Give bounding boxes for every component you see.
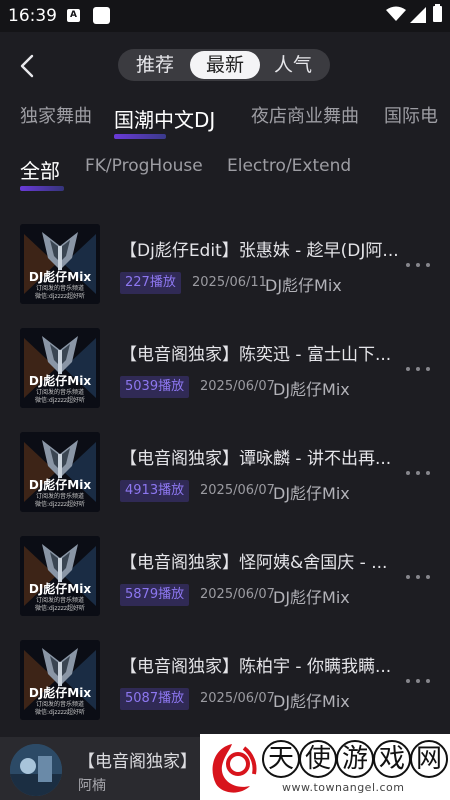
notification-square-icon bbox=[93, 7, 110, 24]
sort-segmented-control: 推荐 最新 人气 bbox=[118, 49, 330, 81]
track-cover: DJ彪仔Mix 订阅发的音乐频道 微信:djzzzz超好听 bbox=[20, 536, 100, 616]
status-bar: 16:39 A bbox=[0, 0, 450, 32]
signal-icon bbox=[410, 7, 426, 23]
track-artist: DJ彪仔Mix bbox=[273, 484, 350, 503]
segment-latest[interactable]: 最新 bbox=[190, 51, 260, 79]
more-options-icon[interactable] bbox=[404, 362, 432, 376]
notification-a-icon: A bbox=[67, 9, 80, 22]
mini-player-cover bbox=[10, 744, 62, 796]
genre-sub-tabs: 全部 FK/ProgHouse Electro/Extend bbox=[0, 148, 450, 196]
tab-nightclub-commercial[interactable]: 夜店商业舞曲 bbox=[251, 102, 359, 128]
segment-recommended[interactable]: 推荐 bbox=[120, 51, 190, 79]
list-item[interactable]: DJ彪仔Mix 订阅发的音乐频道 微信:djzzzz超好听 【电音阁独家】陈柏宇… bbox=[0, 626, 450, 730]
subtab-all[interactable]: 全部 bbox=[20, 155, 60, 184]
watermark-char: 戏 bbox=[373, 740, 411, 778]
track-cover: DJ彪仔Mix 订阅发的音乐频道 微信:djzzzz超好听 bbox=[20, 328, 100, 408]
more-options-icon[interactable] bbox=[404, 570, 432, 584]
tab-guochao-chinese-dj[interactable]: 国潮中文DJ bbox=[114, 104, 215, 133]
play-count-badge: 5087播放 bbox=[120, 688, 190, 710]
cover-wechat: 微信:djzzzz超好听 bbox=[34, 605, 86, 612]
subtab-electro-extend[interactable]: Electro/Extend bbox=[227, 156, 351, 176]
play-count-badge: 5039播放 bbox=[120, 376, 190, 398]
more-options-icon[interactable] bbox=[404, 466, 432, 480]
list-item[interactable]: DJ彪仔Mix 订阅发的音乐频道 微信:djzzzz超好听 【电音阁独家】陈奕迅… bbox=[0, 314, 450, 418]
category-tab-indicator bbox=[114, 134, 166, 139]
track-cover: DJ彪仔Mix 订阅发的音乐频道 微信:djzzzz超好听 bbox=[20, 224, 100, 304]
cover-wechat: 微信:djzzzz超好听 bbox=[34, 501, 86, 508]
track-title: 【电音阁独家】谭咏麟 - 讲不出再... bbox=[120, 449, 392, 469]
battery-icon bbox=[433, 4, 442, 22]
watermark-url: www.townangel.com bbox=[282, 781, 405, 794]
track-date: 2025/06/11 bbox=[192, 275, 267, 290]
subtab-indicator bbox=[20, 186, 64, 191]
play-count-badge: 4913播放 bbox=[120, 480, 190, 502]
cover-wechat: 微信:djzzzz超好听 bbox=[34, 293, 86, 300]
watermark-char: 网 bbox=[410, 740, 448, 778]
watermark-logo: 天 使 游 戏 网 www.townangel.com bbox=[200, 734, 450, 800]
track-title: 【电音阁独家】陈奕迅 - 富士山下... bbox=[120, 345, 392, 365]
track-title: 【Dj彪仔Edit】张惠妹 - 趁早(DJ阿... bbox=[120, 241, 399, 261]
list-item[interactable]: DJ彪仔Mix 订阅发的音乐频道 微信:djzzzz超好听 【Dj彪仔Edit】… bbox=[0, 210, 450, 314]
category-tabs: 独家舞曲 国潮中文DJ 夜店商业舞曲 国际电 bbox=[0, 96, 450, 142]
play-count-badge: 227播放 bbox=[120, 272, 181, 294]
track-title: 【电音阁独家】怪阿姨&舍国庆 - ... bbox=[120, 553, 388, 573]
back-arrow-icon[interactable] bbox=[14, 52, 42, 80]
tab-exclusive-dance[interactable]: 独家舞曲 bbox=[20, 102, 92, 128]
more-options-icon[interactable] bbox=[404, 258, 432, 272]
track-date: 2025/06/07 bbox=[200, 379, 275, 394]
track-date: 2025/06/07 bbox=[200, 691, 275, 706]
status-time: 16:39 bbox=[8, 6, 57, 26]
mini-player-artist: 阿楠 bbox=[78, 778, 106, 794]
watermark-char: 使 bbox=[299, 740, 337, 778]
track-artist: DJ彪仔Mix bbox=[265, 276, 342, 295]
track-artist: DJ彪仔Mix bbox=[273, 588, 350, 607]
play-count-badge: 5879播放 bbox=[120, 584, 190, 606]
more-options-icon[interactable] bbox=[404, 674, 432, 688]
cover-wechat: 微信:djzzzz超好听 bbox=[34, 709, 86, 716]
watermark-char: 天 bbox=[262, 740, 300, 778]
track-artist: DJ彪仔Mix bbox=[273, 692, 350, 711]
list-item[interactable]: DJ彪仔Mix 订阅发的音乐频道 微信:djzzzz超好听 【电音阁独家】谭咏麟… bbox=[0, 418, 450, 522]
track-date: 2025/06/07 bbox=[200, 587, 275, 602]
watermark-emblem-icon bbox=[212, 744, 257, 793]
track-cover: DJ彪仔Mix 订阅发的音乐频道 微信:djzzzz超好听 bbox=[20, 640, 100, 720]
segment-popular[interactable]: 人气 bbox=[258, 51, 328, 79]
tab-international[interactable]: 国际电 bbox=[384, 102, 438, 128]
header: 推荐 最新 人气 bbox=[0, 32, 450, 96]
watermark-char: 游 bbox=[336, 740, 374, 778]
track-date: 2025/06/07 bbox=[200, 483, 275, 498]
track-artist: DJ彪仔Mix bbox=[273, 380, 350, 399]
list-item[interactable]: DJ彪仔Mix 订阅发的音乐频道 微信:djzzzz超好听 【电音阁独家】怪阿姨… bbox=[0, 522, 450, 626]
cover-wechat: 微信:djzzzz超好听 bbox=[34, 397, 86, 404]
wifi-icon bbox=[386, 6, 406, 21]
mini-player-title: 【电音阁独家】 bbox=[78, 752, 197, 772]
track-cover: DJ彪仔Mix 订阅发的音乐频道 微信:djzzzz超好听 bbox=[20, 432, 100, 512]
track-title: 【电音阁独家】陈柏宇 - 你瞒我瞒... bbox=[120, 657, 392, 677]
subtab-fk-proghouse[interactable]: FK/ProgHouse bbox=[85, 156, 203, 176]
